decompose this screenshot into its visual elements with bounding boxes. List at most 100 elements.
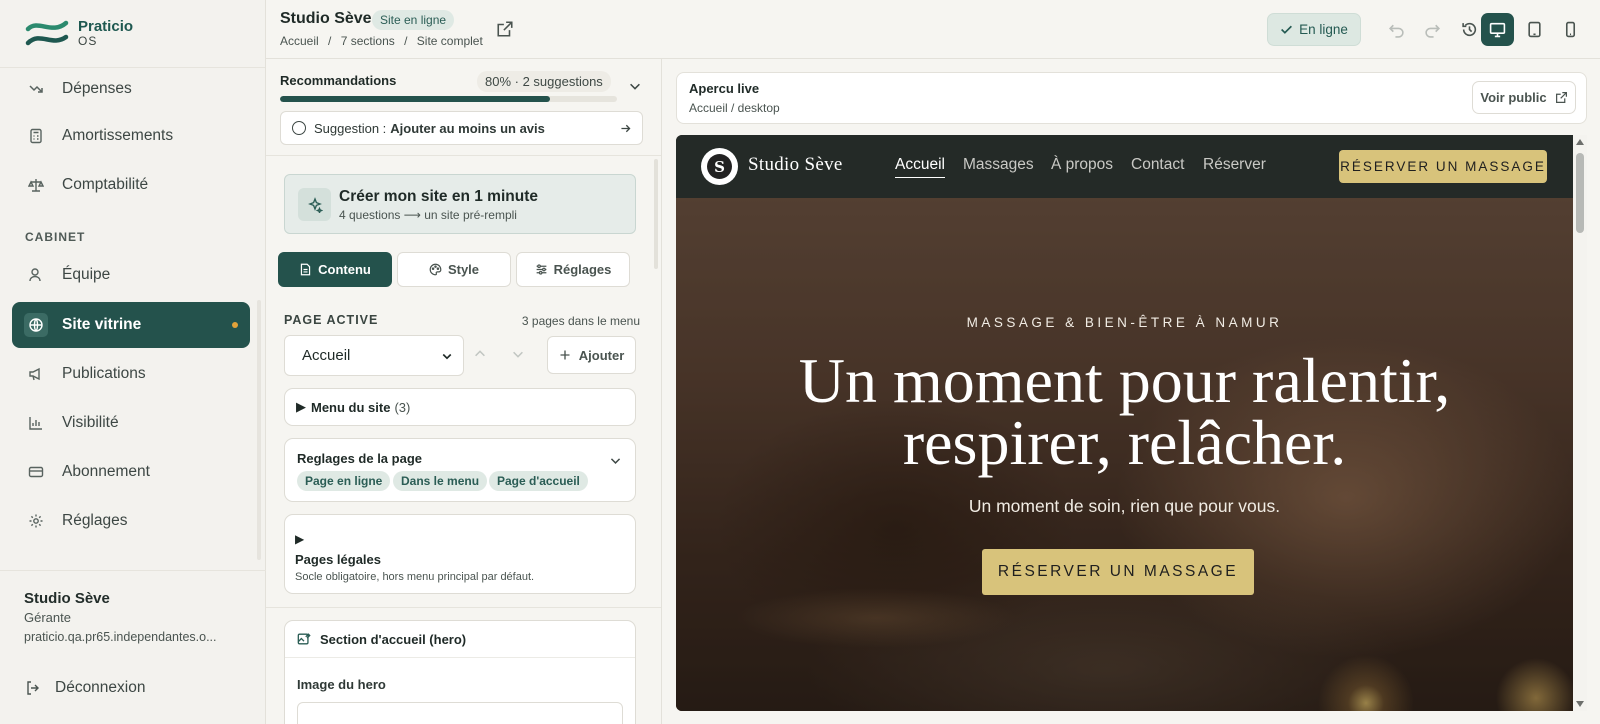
trending-down-icon [26, 79, 46, 99]
chevron-down-icon[interactable] [628, 79, 642, 93]
legal-pages-card[interactable]: ▶ Pages légales Socle obligatoire, hors … [284, 514, 636, 594]
move-down-icon[interactable] [511, 347, 525, 361]
sidebar-item-amortissements[interactable]: Amortissements [12, 113, 250, 159]
tab-contenu[interactable]: Contenu [278, 252, 392, 287]
desktop-view-button[interactable] [1481, 13, 1514, 46]
tab-label: Réglages [553, 262, 612, 277]
triangle-right-icon: ▶ [296, 399, 306, 414]
hero-image-field[interactable] [297, 702, 623, 724]
online-status-button[interactable]: En ligne [1267, 13, 1361, 46]
suggestion-row[interactable]: Suggestion : Ajouter au moins un avis [280, 111, 643, 145]
site-name[interactable]: Studio Sève [748, 154, 843, 176]
sidebar-item-label: Comptabilité [62, 176, 149, 193]
breadcrumb-item[interactable]: Accueil [280, 34, 319, 48]
chevron-down-icon[interactable] [609, 454, 622, 467]
sidebar-item-label: Site vitrine [62, 316, 142, 333]
site-cta-button[interactable]: RÉSERVER UN MASSAGE [1339, 150, 1547, 183]
status-badge: Site en ligne [372, 10, 455, 30]
view-public-button[interactable]: Voir public [1472, 81, 1576, 114]
suggestion-text: Ajouter au moins un avis [390, 120, 545, 136]
preview-title: Apercu live [689, 81, 760, 96]
page-select-value: Accueil [302, 347, 351, 364]
sidebar-item-reglages[interactable]: Réglages [12, 498, 250, 544]
user-role: Gérante [24, 610, 71, 625]
globe-icon [24, 313, 48, 337]
divider [266, 155, 661, 156]
scroll-down-icon[interactable] [1576, 701, 1584, 707]
move-up-icon[interactable] [473, 347, 487, 361]
legal-pages-title: Pages légales [295, 552, 381, 567]
sidebar-item-comptabilite[interactable]: Comptabilité [12, 162, 250, 208]
quick-create-card[interactable]: Créer mon site en 1 minute 4 questions ⟶… [284, 174, 636, 234]
user-name: Studio Sève [24, 590, 110, 607]
praticio-logo-icon [25, 20, 69, 45]
logout-button[interactable]: Déconnexion [25, 679, 145, 697]
add-label: Ajouter [578, 347, 625, 363]
hero-image: MASSAGE & BIEN-ÊTRE À NAMUR Un moment po… [676, 198, 1573, 711]
tablet-view-button[interactable] [1518, 13, 1551, 46]
notification-dot [232, 322, 238, 328]
redo-button[interactable] [1416, 13, 1449, 46]
sidebar-item-equipe[interactable]: Équipe [12, 252, 250, 298]
view-public-label: Voir public [1480, 90, 1547, 105]
sidebar-scrollbar[interactable] [257, 300, 261, 560]
desktop-icon [1489, 22, 1506, 38]
palette-icon [429, 263, 442, 276]
sidebar-item-abonnement[interactable]: Abonnement [12, 449, 250, 495]
sidebar: Praticio OS Dépenses Amortissements Comp… [0, 0, 266, 724]
user-card[interactable]: Studio Sève Gérante praticio.qa.pr65.ind… [12, 582, 252, 652]
site-nav-link[interactable]: À propos [1051, 156, 1113, 174]
hero-section-title: Section d'accueil (hero) [320, 631, 467, 647]
quick-create-subtitle: 4 questions ⟶ un site pré-rempli [339, 208, 517, 222]
sidebar-nav: Dépenses Amortissements Comptabilité CAB… [0, 68, 262, 568]
online-label: En ligne [1299, 22, 1348, 37]
breadcrumb-item: 7 sections [340, 34, 395, 48]
user-url: praticio.qa.pr65.independantes.o... [24, 630, 217, 644]
page-settings-title: Reglages de la page [297, 451, 422, 466]
user-icon [26, 265, 46, 285]
tag: Dans le menu [393, 471, 488, 491]
page-select[interactable]: Accueil [284, 335, 464, 376]
scroll-up-icon[interactable] [1576, 139, 1584, 145]
sidebar-item-label: Visibilité [62, 414, 119, 431]
brand-sub: OS [78, 33, 98, 48]
divider [0, 570, 266, 571]
add-page-button[interactable]: Ajouter [547, 336, 636, 374]
site-logo[interactable]: S [701, 148, 738, 185]
scroll-thumb[interactable] [1576, 153, 1584, 233]
hero-kicker: MASSAGE & BIEN-ÊTRE À NAMUR [966, 315, 1283, 330]
editor-scrollbar[interactable] [654, 159, 658, 269]
undo-button[interactable] [1380, 13, 1413, 46]
site-nav-link[interactable]: Accueil [895, 156, 945, 178]
external-link-icon[interactable] [496, 20, 514, 38]
breadcrumb-separator: / [328, 34, 332, 48]
hero-section-header[interactable]: Section d'accueil (hero) [285, 621, 635, 658]
mobile-view-button[interactable] [1554, 13, 1587, 46]
menu-disclosure[interactable]: ▶ Menu du site (3) [284, 388, 636, 426]
sidebar-item-label: Équipe [62, 266, 111, 283]
recommendations-progress [280, 96, 617, 102]
sidebar-item-visibilite[interactable]: Visibilité [12, 400, 250, 446]
brand[interactable]: Praticio OS [0, 0, 265, 68]
site-nav-link[interactable]: Massages [963, 156, 1034, 174]
sidebar-item-publications[interactable]: Publications [12, 351, 250, 397]
tab-style[interactable]: Style [397, 252, 511, 287]
sidebar-item-site-vitrine[interactable]: Site vitrine [12, 302, 250, 348]
preview-scrollbar[interactable] [1573, 135, 1587, 711]
tab-label: Style [447, 262, 480, 277]
hero-cta-button[interactable]: RÉSERVER UN MASSAGE [982, 549, 1254, 595]
tab-reglages[interactable]: Réglages [516, 252, 630, 287]
credit-card-icon [26, 462, 46, 482]
progress-fill [280, 96, 550, 102]
sliders-icon [536, 264, 546, 275]
scale-icon [26, 175, 46, 195]
sidebar-item-label: Abonnement [62, 463, 150, 480]
plus-icon [560, 350, 570, 360]
page-settings-card[interactable]: Reglages de la page Page en ligne Dans l… [284, 438, 636, 502]
page-count: 3 pages dans le menu [521, 314, 640, 328]
hero-title-line: respirer, relâcher. [902, 407, 1347, 478]
sidebar-item-depenses[interactable]: Dépenses [12, 66, 250, 112]
site-nav-link[interactable]: Réserver [1203, 156, 1266, 174]
site-nav-link[interactable]: Contact [1131, 156, 1184, 174]
check-icon [1281, 25, 1293, 34]
